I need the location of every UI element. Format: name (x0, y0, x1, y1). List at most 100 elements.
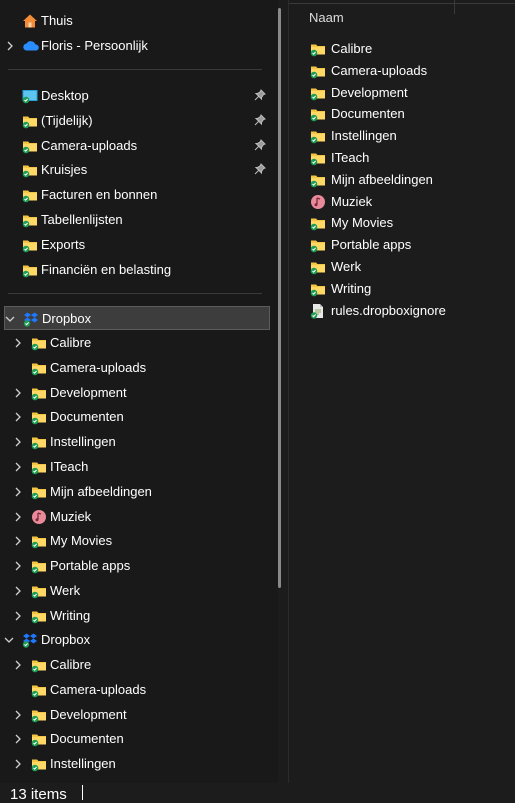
nav-item-label: Instellingen (50, 434, 116, 450)
file-list-item[interactable]: Muziek (306, 191, 506, 213)
folder-icon (31, 608, 47, 624)
file-list-item[interactable]: Mijn afbeeldingen (306, 169, 506, 191)
folder-icon (31, 682, 47, 698)
nav-scrollbar-thumb[interactable] (278, 8, 281, 588)
chevron-right-icon[interactable] (13, 487, 23, 497)
folder-icon (22, 138, 38, 154)
nav-item-dropbox-folder[interactable]: Calibre (0, 331, 270, 355)
pane-divider[interactable] (288, 0, 289, 783)
nav-item-label: Portable apps (50, 558, 131, 574)
item-count: 13 items (10, 786, 67, 803)
nav-item-pinned[interactable]: Facturen en bonnen (0, 183, 270, 207)
file-list-item[interactable]: rules.dropboxignore (306, 300, 506, 322)
folder-icon (310, 172, 326, 188)
pin-icon (254, 163, 268, 177)
nav-item-label: Calibre (50, 657, 92, 672)
nav-item-dropbox-folder[interactable]: My Movies (0, 529, 270, 553)
nav-item-label: Dropbox (41, 632, 91, 647)
nav-item-dropbox-folder[interactable]: Calibre (0, 653, 270, 677)
nav-item-pinned[interactable]: (Tijdelijk) (0, 109, 270, 133)
file-list-item[interactable]: ITeach (306, 147, 506, 169)
folder-icon (310, 106, 326, 122)
chevron-right-icon[interactable] (13, 412, 23, 422)
chevron-right-icon[interactable] (13, 462, 23, 472)
chevron-down-icon[interactable] (4, 635, 14, 645)
nav-item-dropbox-folder[interactable]: Mijn afbeeldingen (0, 480, 270, 504)
file-list-item[interactable]: Portable apps (306, 234, 506, 256)
folder-icon (31, 707, 47, 723)
file-list-item[interactable]: Werk (306, 256, 506, 278)
nav-item-dropbox-folder[interactable]: Development (0, 381, 270, 405)
nav-item-pinned[interactable]: Camera-uploads (0, 134, 270, 158)
chevron-right-icon[interactable] (13, 734, 23, 744)
column-separator[interactable] (454, 0, 455, 14)
column-header-name[interactable]: Naam (309, 10, 344, 25)
chevron-right-icon[interactable] (13, 710, 23, 720)
file-list-item[interactable]: Calibre (306, 38, 506, 60)
nav-item-dropbox-folder[interactable]: Portable apps (0, 554, 270, 578)
folder-icon (22, 187, 38, 203)
music-folder-icon (310, 194, 326, 210)
nav-item-pinned[interactable]: Tabellenlijsten (0, 208, 270, 232)
chevron-right-icon[interactable] (13, 338, 23, 348)
nav-item-dropbox-folder[interactable]: Muziek (0, 505, 270, 529)
nav-item-pinned[interactable]: Exports (0, 233, 270, 257)
nav-item-pinned[interactable]: Financiën en belasting (0, 258, 270, 282)
chevron-right-icon[interactable] (13, 437, 23, 447)
file-name: Mijn afbeeldingen (331, 171, 433, 187)
file-name: Writing (331, 280, 372, 296)
chevron-right-icon[interactable] (13, 611, 23, 621)
chevron-right-icon[interactable] (13, 561, 23, 571)
folder-icon (310, 128, 326, 144)
folder-icon (310, 150, 326, 166)
file-name: Instellingen (331, 128, 397, 144)
nav-item-label: Development (50, 384, 127, 400)
file-list-item[interactable]: Documenten (306, 103, 506, 125)
nav-item-pinned[interactable]: Desktop (0, 84, 270, 108)
folder-icon (22, 113, 38, 129)
nav-item-dropbox-folder[interactable]: Camera-uploads (0, 356, 270, 380)
nav-item-dropbox-folder[interactable]: Werk (0, 579, 270, 603)
nav-scrollbar[interactable] (278, 0, 282, 783)
nav-item-dropbox[interactable]: Dropbox (4, 306, 270, 330)
nav-item-dropbox-folder[interactable]: Instellingen (0, 752, 270, 776)
nav-item-dropbox-folder[interactable]: Documenten (0, 727, 270, 751)
chevron-right-icon[interactable] (13, 536, 23, 546)
file-list-item[interactable]: Writing (306, 278, 506, 300)
chevron-right-icon[interactable] (13, 660, 23, 670)
folder-icon (31, 459, 47, 475)
folder-icon (310, 259, 326, 275)
nav-item-dropbox-folder[interactable]: Instellingen (0, 430, 270, 454)
chevron-right-icon[interactable] (13, 586, 23, 596)
folder-icon (22, 262, 38, 278)
nav-item-dropbox[interactable]: Dropbox (0, 628, 270, 652)
chevron-right-icon[interactable] (13, 512, 23, 522)
nav-item-quick[interactable]: Thuis (0, 9, 270, 33)
folder-icon (310, 63, 326, 79)
nav-item-dropbox-folder[interactable]: Writing (0, 604, 270, 628)
nav-item-dropbox-folder[interactable]: Development (0, 703, 270, 727)
nav-item-quick[interactable]: Floris - Persoonlijk (0, 34, 270, 58)
file-name: Portable apps (331, 237, 412, 253)
nav-item-dropbox-folder[interactable]: Camera-uploads (0, 678, 270, 702)
dropbox-icon (22, 632, 38, 648)
file-name: Calibre (331, 41, 373, 56)
file-list-item[interactable]: My Movies (306, 212, 506, 234)
nav-item-label: Instellingen (50, 756, 116, 772)
file-list-item[interactable]: Development (306, 82, 506, 104)
nav-item-label: Muziek (50, 508, 92, 524)
chevron-right-icon[interactable] (5, 41, 15, 51)
chevron-down-icon[interactable] (5, 314, 15, 324)
chevron-right-icon[interactable] (13, 759, 23, 769)
file-name: My Movies (331, 215, 394, 231)
chevron-right-icon[interactable] (13, 388, 23, 398)
nav-item-dropbox-folder[interactable]: ITeach (0, 455, 270, 479)
navigation-pane: Thuis Floris - Persoonlijk Desktop (Tijdeli… (0, 0, 278, 783)
nav-item-label: Desktop (41, 88, 89, 103)
folder-icon (22, 212, 38, 228)
file-list-item[interactable]: Camera-uploads (306, 60, 506, 82)
nav-item-pinned[interactable]: Kruisjes (0, 158, 270, 182)
nav-item-dropbox-folder[interactable]: Documenten (0, 405, 270, 429)
folder-icon (310, 215, 326, 231)
file-list-item[interactable]: Instellingen (306, 125, 506, 147)
